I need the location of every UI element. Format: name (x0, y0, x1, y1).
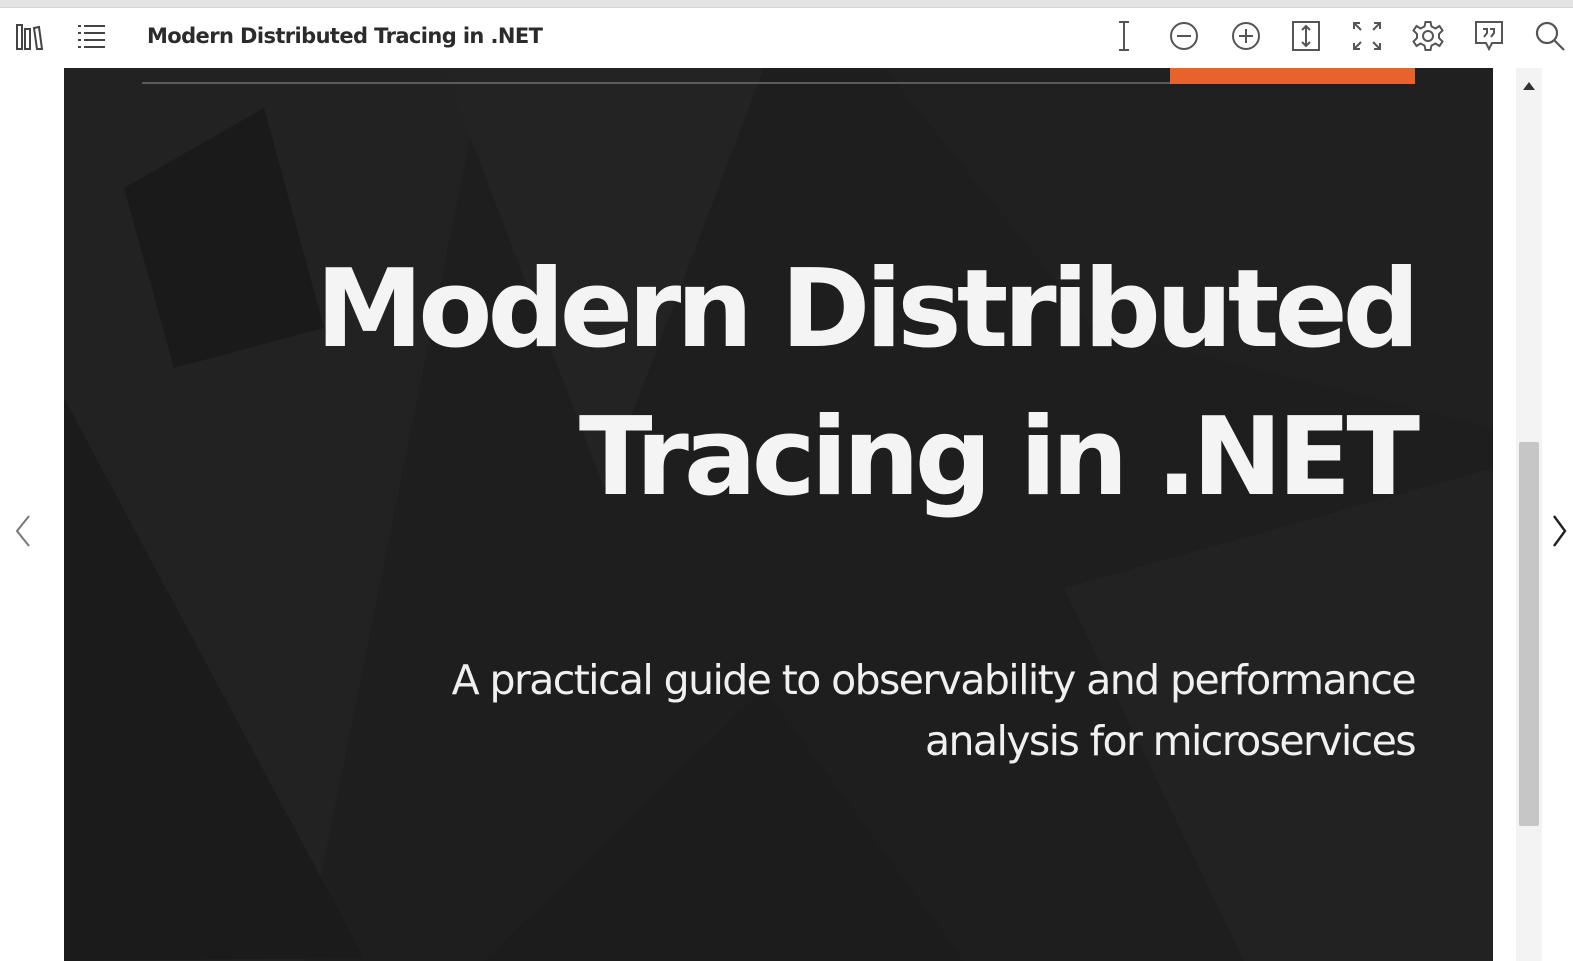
search-icon[interactable] (1530, 16, 1570, 56)
ebook-reader-app: Modern Distributed Tracing in .NET Moder… (0, 0, 1573, 961)
reading-viewport: Modern Distributed Tracing in .NET A pra… (0, 68, 1573, 961)
cover-title-line: Tracing in .NET (578, 395, 1420, 520)
book-cover-page: Modern Distributed Tracing in .NET A pra… (64, 68, 1493, 961)
cover-accent-bar (1170, 68, 1415, 84)
fit-height-icon[interactable] (1286, 16, 1326, 56)
text-select-icon[interactable] (1104, 16, 1144, 56)
contents-icon[interactable] (71, 16, 111, 56)
reader-toolbar: Modern Distributed Tracing in .NET (0, 8, 1573, 68)
fullscreen-icon[interactable] (1347, 16, 1387, 56)
cover-subtitle-line: analysis for microservices (925, 717, 1417, 765)
zoom-out-icon[interactable] (1164, 16, 1204, 56)
zoom-in-icon[interactable] (1226, 16, 1266, 56)
settings-icon[interactable] (1408, 16, 1448, 56)
document-title: Modern Distributed Tracing in .NET (147, 24, 543, 48)
cover-subtitle-line: A practical guide to observability and p… (451, 656, 1417, 704)
window-top-border (0, 0, 1573, 8)
scroll-up-arrow-icon[interactable] (1516, 76, 1542, 96)
chevron-right-icon[interactable] (1545, 509, 1573, 553)
chevron-left-icon[interactable] (9, 509, 37, 553)
vertical-scrollbar[interactable] (1516, 68, 1542, 961)
library-icon[interactable] (10, 16, 50, 56)
cover-title: Modern Distributed Tracing in .NET (315, 236, 1420, 532)
cover-subtitle: A practical guide to observability and p… (315, 650, 1417, 772)
cover-title-line: Modern Distributed (315, 247, 1420, 372)
notes-icon[interactable] (1469, 16, 1509, 56)
scrollbar-thumb[interactable] (1519, 442, 1539, 826)
cover-top-rule (142, 82, 1170, 84)
